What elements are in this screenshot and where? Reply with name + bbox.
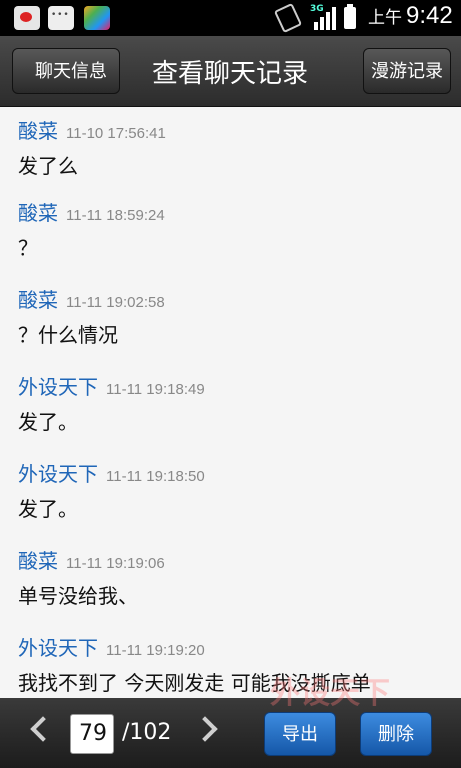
delete-button[interactable]: 删除 xyxy=(360,712,432,756)
message-notification-icon xyxy=(48,6,74,30)
watermark: 外设天下 xyxy=(270,676,390,711)
status-bar: 3G 上午9:42 xyxy=(0,0,461,36)
previous-page-icon[interactable] xyxy=(30,716,56,742)
message-text: 发了么 xyxy=(18,154,78,178)
message-time: 11-11 18:59:24 xyxy=(66,207,165,224)
pagination-bar: 79 /102 导出 删除 xyxy=(0,698,461,768)
message-sender: 外设天下 xyxy=(18,375,98,399)
weibo-notification-icon xyxy=(14,6,40,30)
message-item: 酸菜 11-11 19:19:06 单号没给我、 xyxy=(18,545,165,609)
title-bar: 聊天信息 查看聊天记录 漫游记录 xyxy=(0,36,461,107)
battery-icon xyxy=(344,4,356,29)
app-notification-icon xyxy=(84,6,110,30)
message-item: 外设天下 11-11 19:18:50 发了。 xyxy=(18,458,205,522)
export-button[interactable]: 导出 xyxy=(264,712,336,756)
page-title: 查看聊天记录 xyxy=(151,59,308,89)
message-item: 外设天下 11-11 19:18:49 发了。 xyxy=(18,371,205,435)
message-sender: 酸菜 xyxy=(18,201,58,225)
message-sender: 外设天下 xyxy=(18,462,98,486)
message-sender: 外设天下 xyxy=(18,636,98,660)
signal-icon: 3G xyxy=(310,4,338,30)
clock: 上午 9:42 xyxy=(368,2,453,29)
message-text: ？什么情况 xyxy=(18,323,118,347)
message-list[interactable]: 酸菜 11-10 17:56:41 发了么 酸菜 11-11 18:59:24 ？ … xyxy=(0,107,461,698)
message-item: 酸菜 11-11 19:02:58 ？什么情况 xyxy=(18,284,165,348)
message-time: 11-11 19:19:20 xyxy=(106,642,205,659)
message-time: 11-11 19:02:58 xyxy=(66,294,165,311)
message-text: 发了。 xyxy=(18,410,78,434)
message-sender: 酸菜 xyxy=(18,288,58,312)
message-item: 酸菜 11-11 18:59:24 ？ xyxy=(18,197,165,261)
page-total: /102 xyxy=(122,720,172,745)
page-number-input[interactable]: 79 xyxy=(70,714,114,754)
message-text: ？ xyxy=(18,236,38,260)
message-sender: 酸菜 xyxy=(18,549,58,573)
message-item: 酸菜 11-10 17:56:41 发了么 xyxy=(18,115,166,179)
back-button[interactable]: 聊天信息 xyxy=(12,48,120,94)
vibrate-icon xyxy=(273,2,303,34)
message-text: 单号没给我、 xyxy=(18,584,138,608)
message-time: 11-11 19:19:06 xyxy=(66,555,165,572)
message-time: 11-10 17:56:41 xyxy=(66,125,166,142)
message-text: 发了。 xyxy=(18,497,78,521)
message-time: 11-11 19:18:50 xyxy=(106,468,205,485)
message-time: 11-11 19:18:49 xyxy=(106,381,205,398)
next-page-icon[interactable] xyxy=(192,716,218,742)
message-sender: 酸菜 xyxy=(18,119,58,143)
roam-records-button[interactable]: 漫游记录 xyxy=(363,48,451,94)
